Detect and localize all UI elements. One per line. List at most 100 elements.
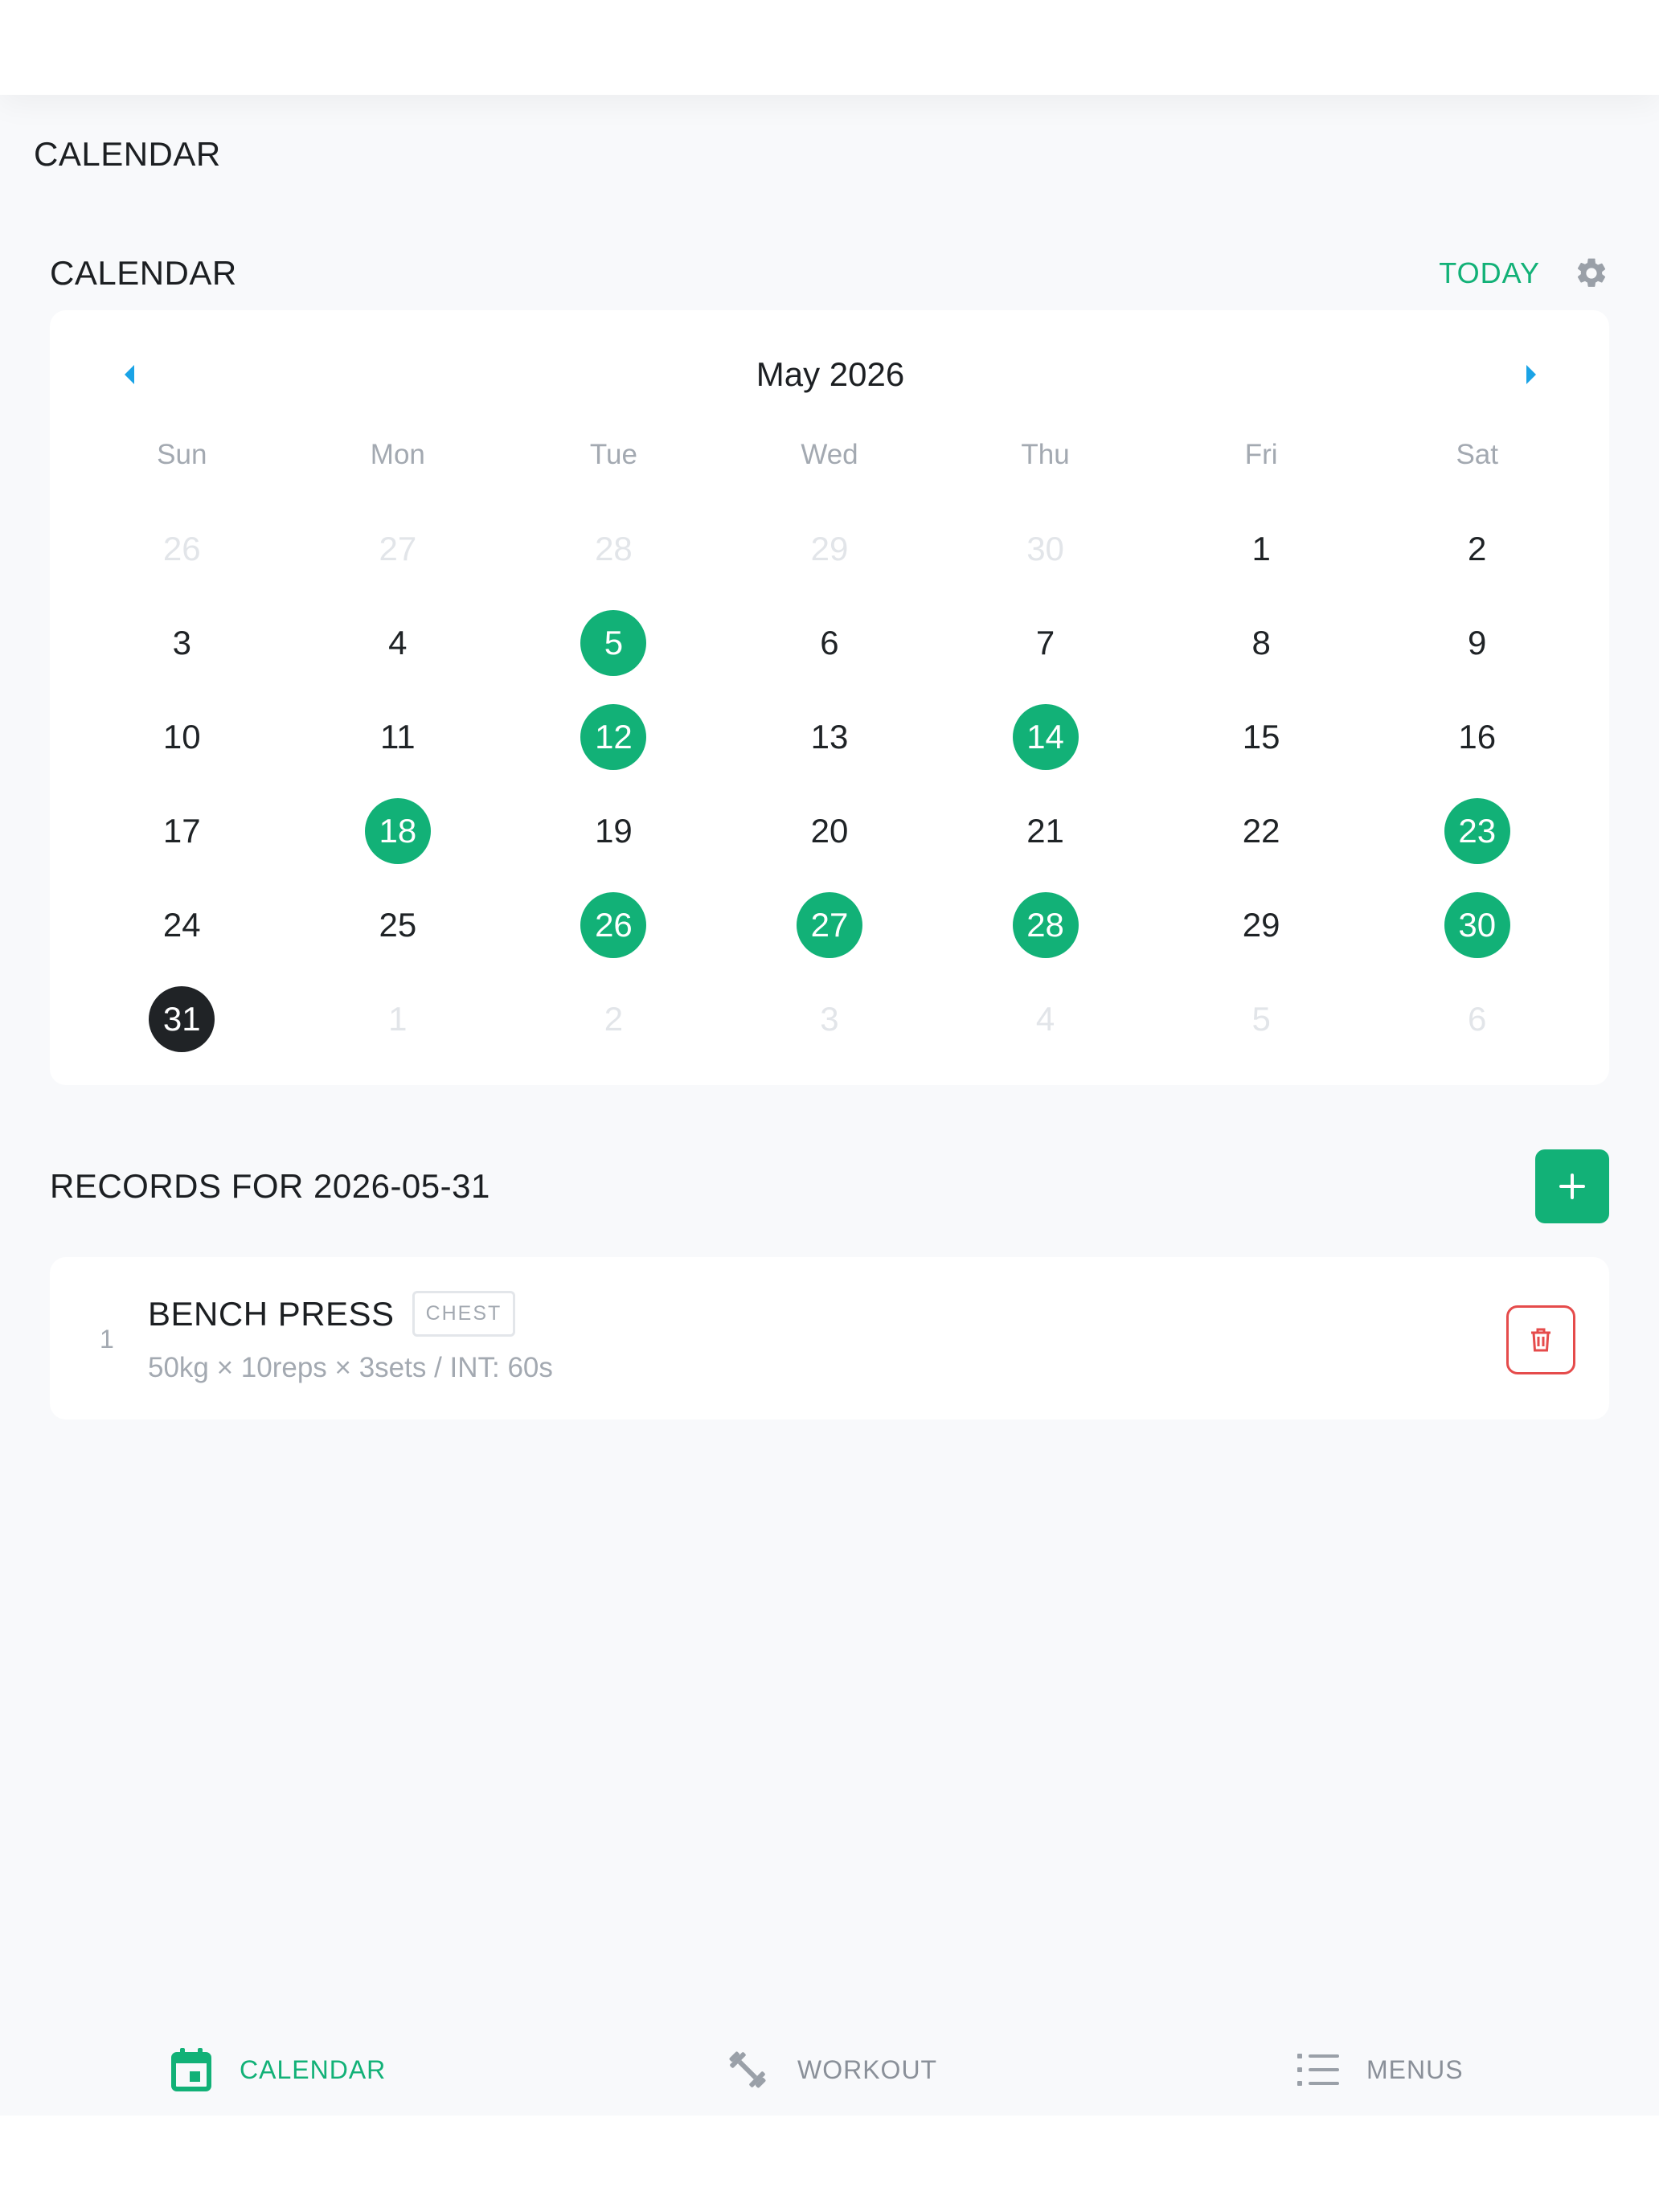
calendar-day[interactable]: 2 xyxy=(506,972,722,1066)
calendar-header-actions: TODAY xyxy=(1439,256,1609,291)
calendar-day-number: 18 xyxy=(364,797,431,864)
calendar-day[interactable]: 1 xyxy=(1153,502,1370,596)
calendar-day[interactable]: 24 xyxy=(74,878,290,972)
calendar-day[interactable]: 4 xyxy=(290,596,506,690)
calendar-day-number: 12 xyxy=(580,703,647,770)
calendar-day[interactable]: 10 xyxy=(74,690,290,784)
weekday-label: Sat xyxy=(1456,439,1498,470)
calendar-day-marked[interactable]: 30 xyxy=(1369,878,1585,972)
calendar-day[interactable]: 11 xyxy=(290,690,506,784)
calendar-day-number: 17 xyxy=(162,811,201,850)
calendar-day-number: 6 xyxy=(1468,999,1487,1038)
calendar-day-number: 27 xyxy=(379,529,417,567)
record-detail: 50kg × 10reps × 3sets / INT: 60s xyxy=(148,1352,553,1383)
calendar-day[interactable]: 6 xyxy=(722,596,938,690)
calendar-day-marked[interactable]: 26 xyxy=(506,878,722,972)
calendar-day[interactable]: 22 xyxy=(1153,784,1370,878)
calendar-day-number: 3 xyxy=(820,999,839,1038)
calendar-day[interactable]: 6 xyxy=(1369,972,1585,1066)
calendar-day[interactable]: 7 xyxy=(937,596,1153,690)
calendar-day[interactable]: 29 xyxy=(722,502,938,596)
calendar-day-number: 5 xyxy=(1251,999,1271,1038)
calendar-day[interactable]: 27 xyxy=(290,502,506,596)
calendar-day[interactable]: 19 xyxy=(506,784,722,878)
record-exercise-name: BENCH PRESS xyxy=(148,1294,395,1333)
calendar-day[interactable]: 2 xyxy=(1369,502,1585,596)
calendar-day[interactable]: 3 xyxy=(74,596,290,690)
calendar-day[interactable]: 1 xyxy=(290,972,506,1066)
calendar-day-number: 25 xyxy=(379,905,417,944)
record-item[interactable]: 1 BENCH PRESS CHEST 50kg × 10reps × 3set… xyxy=(50,1257,1609,1419)
record-muscle-tag: CHEST xyxy=(412,1291,516,1337)
calendar-day-number: 21 xyxy=(1026,811,1064,850)
calendar-day-number: 8 xyxy=(1251,623,1271,662)
calendar-day[interactable]: 15 xyxy=(1153,690,1370,784)
delete-record-button[interactable] xyxy=(1506,1305,1575,1374)
month-label: May 2026 xyxy=(756,355,905,393)
trash-icon xyxy=(1531,1328,1550,1352)
calendar-day-number: 23 xyxy=(1444,797,1510,864)
calendar-day[interactable]: 3 xyxy=(722,972,938,1066)
calendar-day-number: 29 xyxy=(1242,905,1280,944)
prev-month-button[interactable] xyxy=(117,358,141,391)
calendar-day-number: 26 xyxy=(580,891,647,958)
calendar-day[interactable]: 21 xyxy=(937,784,1153,878)
calendar-day[interactable]: 13 xyxy=(722,690,938,784)
gear-icon[interactable] xyxy=(1574,256,1609,291)
calendar-day[interactable]: 9 xyxy=(1369,596,1585,690)
records-header: RECORDS FOR 2026-05-31 xyxy=(50,1149,1609,1223)
calendar-day-number: 4 xyxy=(388,623,408,662)
calendar-day-number: 30 xyxy=(1026,529,1064,567)
tab-menus-label: MENUS xyxy=(1366,2054,1464,2084)
dumbbell-icon xyxy=(729,2051,766,2088)
calendar-day-marked[interactable]: 12 xyxy=(506,690,722,784)
calendar-day[interactable]: 28 xyxy=(506,502,722,596)
next-month-button[interactable] xyxy=(1519,358,1543,391)
calendar-day-number: 31 xyxy=(149,985,215,1052)
calendar-day-number: 16 xyxy=(1458,717,1497,756)
calendar-day-marked[interactable]: 27 xyxy=(722,878,938,972)
record-name-row: BENCH PRESS CHEST xyxy=(148,1291,516,1337)
calendar-day[interactable]: 29 xyxy=(1153,878,1370,972)
calendar-header: CALENDAR TODAY xyxy=(50,254,1609,293)
calendar-day[interactable]: 17 xyxy=(74,784,290,878)
calendar-day-number: 13 xyxy=(810,717,849,756)
today-button[interactable]: TODAY xyxy=(1439,256,1540,290)
calendar-day[interactable]: 26 xyxy=(74,502,290,596)
calendar-day-number: 2 xyxy=(1468,529,1487,567)
calendar-day[interactable]: 25 xyxy=(290,878,506,972)
list-icon xyxy=(1297,2054,1339,2086)
calendar-day-number: 19 xyxy=(595,811,633,850)
add-record-button[interactable] xyxy=(1535,1149,1609,1223)
records-title: RECORDS FOR 2026-05-31 xyxy=(50,1167,490,1205)
calendar-day-number: 3 xyxy=(172,623,191,662)
weekday-label: Sun xyxy=(157,439,207,470)
calendar-day[interactable]: 30 xyxy=(937,502,1153,596)
weekday-label: Thu xyxy=(1021,439,1070,470)
calendar-day[interactable]: 8 xyxy=(1153,596,1370,690)
calendar-day-marked[interactable]: 18 xyxy=(290,784,506,878)
calendar-day-marked[interactable]: 28 xyxy=(937,878,1153,972)
status-bar xyxy=(0,0,1659,95)
day-grid: 26 27 28 29 30 1 2 3 4 5 6 7 8 9 10 11 12 13 14 15 16 17 18 19 2… xyxy=(50,502,1609,1066)
tab-workout[interactable]: WORKOUT xyxy=(725,2047,937,2092)
calendar-day-marked[interactable]: 14 xyxy=(937,690,1153,784)
calendar-day-marked[interactable]: 23 xyxy=(1369,784,1585,878)
calendar-day-number: 6 xyxy=(820,623,839,662)
tab-calendar-label: CALENDAR xyxy=(240,2054,387,2084)
tab-menus[interactable]: MENUS xyxy=(1297,2052,1464,2087)
calendar-day-number: 15 xyxy=(1242,717,1280,756)
calendar-day-number: 20 xyxy=(810,811,849,850)
calendar-day-number: 2 xyxy=(604,999,624,1038)
calendar-day[interactable]: 16 xyxy=(1369,690,1585,784)
calendar-day-marked[interactable]: 5 xyxy=(506,596,722,690)
calendar-day-number: 7 xyxy=(1035,623,1055,662)
calendar-day[interactable]: 5 xyxy=(1153,972,1370,1066)
tab-calendar[interactable]: CALENDAR xyxy=(170,2047,386,2092)
calendar-day-number: 1 xyxy=(1251,529,1271,567)
calendar-day-selected[interactable]: 31 xyxy=(74,972,290,1066)
weekday-label: Fri xyxy=(1244,439,1278,470)
calendar-day[interactable]: 4 xyxy=(937,972,1153,1066)
calendar-day[interactable]: 20 xyxy=(722,784,938,878)
weekday-label: Wed xyxy=(801,439,858,470)
